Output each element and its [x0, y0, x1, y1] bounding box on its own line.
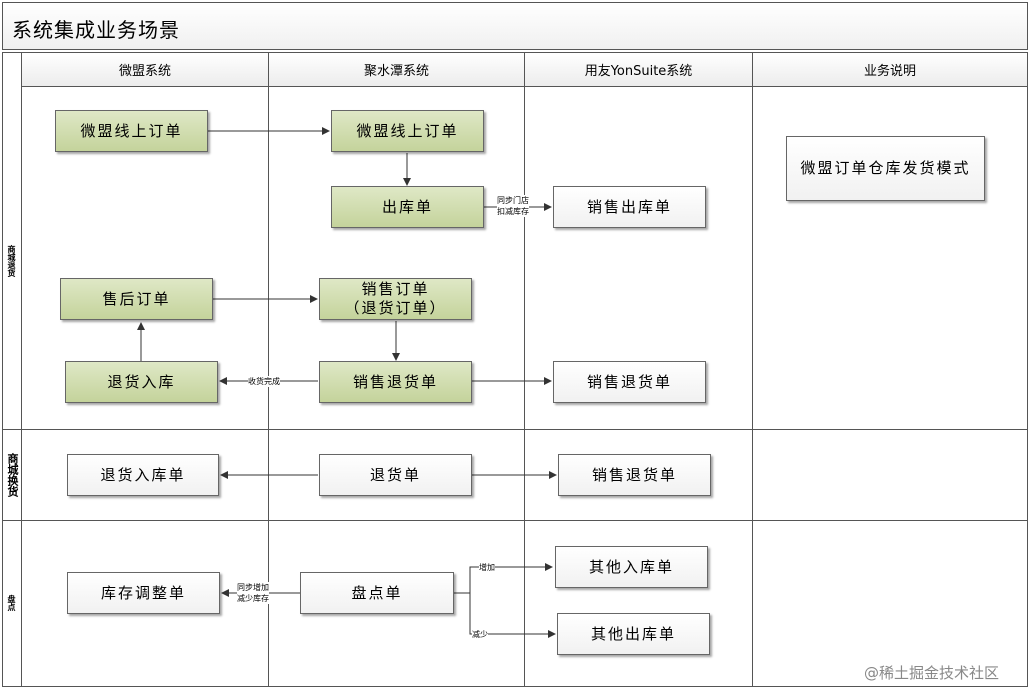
- jst-online-order-box: 微盟线上订单: [331, 110, 484, 152]
- jst-sales-order-sublabel: （退货订单）: [344, 299, 447, 317]
- ys-other-inbound-box: 其他入库单: [555, 546, 708, 588]
- note-sync-store-line2: 扣减库存: [497, 207, 529, 216]
- wm-return-inbound-box: 退货入库: [65, 361, 218, 403]
- ys-sales-return-box: 销售退货单: [553, 361, 706, 403]
- jst-sales-order-label: 销售订单: [361, 279, 430, 298]
- note-sync-store: 同步门店 扣减库存: [497, 195, 529, 217]
- wm-stock-adjust-box: 库存调整单: [67, 572, 220, 614]
- note-increase: 增加: [479, 562, 495, 573]
- note-sync-increase-line1: 同步增加: [237, 583, 269, 592]
- wm-aftersale-order-box: 售后订单: [60, 278, 213, 320]
- wm-return-inbound-doc-box: 退货入库单: [67, 454, 219, 496]
- arrow-stocktake-increase: [454, 563, 553, 594]
- note-sync-increase: 同步增加 减少库存: [237, 582, 269, 604]
- note-decrease: 减少: [472, 629, 488, 640]
- watermark: @稀土掘金技术社区: [864, 664, 1000, 682]
- description-box: 微盟订单仓库发货模式: [786, 136, 985, 201]
- jst-stocktake-box: 盘点单: [300, 572, 454, 614]
- ys-other-outbound-box: 其他出库单: [557, 613, 710, 655]
- jst-outbound-box: 出库单: [331, 186, 484, 228]
- wm-aftersale-order-label: 售后订单: [102, 289, 171, 308]
- jst-sales-return-box: 销售退货单: [319, 361, 472, 403]
- jst-return-doc-box: 退货单: [319, 454, 472, 496]
- note-sync-increase-line2: 减少库存: [237, 594, 269, 603]
- ys-sales-return-2-box: 销售退货单: [558, 454, 711, 496]
- note-receipt-done: 收货完成: [248, 376, 280, 387]
- ys-sales-outbound-box: 销售出库单: [553, 186, 706, 228]
- jst-sales-order-box: 销售订单 （退货订单）: [319, 278, 472, 320]
- arrow-stocktake-decrease: [469, 593, 556, 638]
- wm-online-order-box: 微盟线上订单: [55, 110, 208, 152]
- note-sync-store-line1: 同步门店: [497, 196, 529, 205]
